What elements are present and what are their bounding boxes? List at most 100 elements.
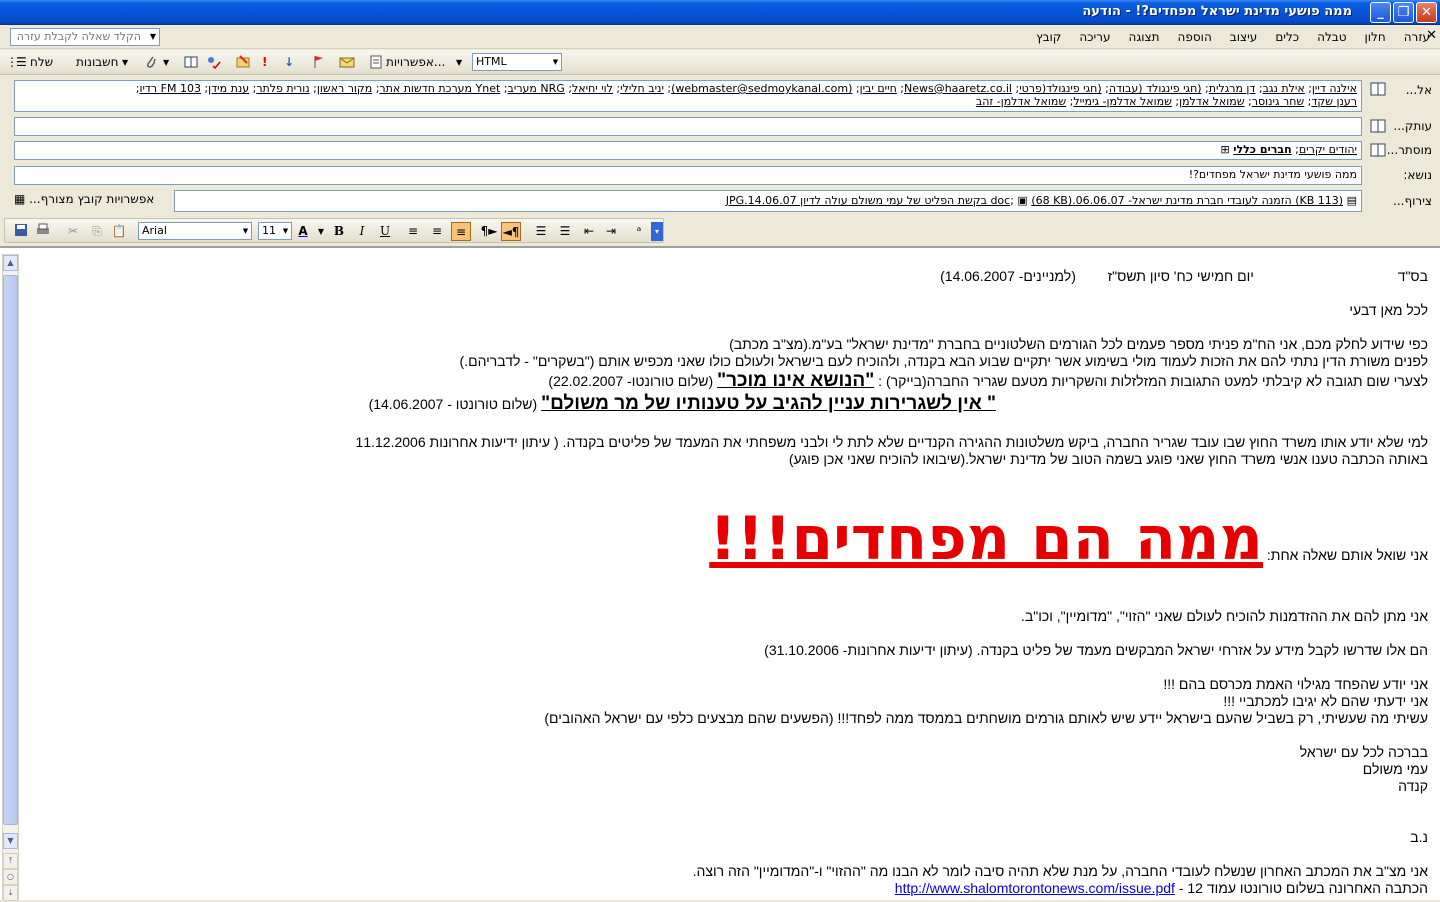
- chevron-down-icon[interactable]: ▼: [147, 29, 159, 45]
- options-chevron-icon[interactable]: ▼: [456, 53, 462, 72]
- menu-table[interactable]: טבלה: [1315, 29, 1348, 45]
- article-link[interactable]: http://www.shalomtorontonews.com/issue.p…: [895, 880, 1175, 896]
- recipient-group[interactable]: חברים כללי: [1233, 143, 1291, 156]
- accounts-chevron-icon[interactable]: ▼: [122, 53, 128, 72]
- send-icon[interactable]: ☰: [16, 53, 27, 72]
- expand-group-icon[interactable]: ⊞: [1221, 143, 1230, 156]
- font-size-select[interactable]: 11 ▼: [258, 222, 292, 240]
- menu-file[interactable]: קובץ: [1034, 29, 1063, 45]
- recipient[interactable]: שחר גינוסר: [1252, 95, 1304, 108]
- check-names-icon[interactable]: [205, 54, 221, 70]
- envelope-icon[interactable]: [339, 54, 355, 70]
- paperclip-icon[interactable]: [143, 54, 159, 70]
- spelling-icon[interactable]: ᵃ: [629, 222, 649, 241]
- recipient[interactable]: ענת מידן: [208, 82, 249, 95]
- print-icon[interactable]: [35, 222, 51, 238]
- high-importance-icon[interactable]: !: [262, 53, 267, 72]
- increase-indent-icon[interactable]: ⇥: [601, 222, 621, 241]
- align-center-icon[interactable]: ≡: [427, 222, 447, 241]
- recipient[interactable]: שמואל אדלמן: [1179, 95, 1244, 108]
- recipient[interactable]: שמואל אדלמן- זהב: [976, 95, 1066, 108]
- to-label[interactable]: אל...: [1406, 83, 1432, 97]
- bcc-label[interactable]: מוסתר...: [1387, 143, 1432, 157]
- recipient[interactable]: אילת נגב: [1263, 82, 1305, 95]
- vertical-scrollbar[interactable]: ▲ ▼ ⤒ ○ ⤓: [2, 254, 19, 901]
- menu-edit[interactable]: עריכה: [1077, 29, 1112, 45]
- low-importance-icon[interactable]: ↓: [284, 53, 294, 72]
- scroll-down-icon[interactable]: ▼: [3, 833, 18, 849]
- recipient[interactable]: יהודים יקרים: [1299, 143, 1357, 156]
- recipient[interactable]: רענן שקד: [1311, 95, 1357, 108]
- recipient[interactable]: לוי יחיאל: [572, 82, 613, 95]
- address-book-icon[interactable]: [183, 54, 199, 70]
- recipient[interactable]: (webmaster@sedmoykanal.com): [671, 82, 852, 95]
- scroll-thumb[interactable]: [3, 275, 18, 825]
- chevron-down-icon[interactable]: ▼: [280, 223, 291, 239]
- browse-object-icon[interactable]: ○: [3, 869, 18, 885]
- decrease-indent-icon[interactable]: ⇤: [579, 222, 599, 241]
- menu-insert[interactable]: הוספה: [1176, 29, 1214, 45]
- chevron-down-icon[interactable]: ▼: [550, 54, 561, 70]
- save-icon[interactable]: [13, 222, 29, 238]
- ltr-direction-icon[interactable]: ¶►: [479, 222, 499, 241]
- align-right-icon[interactable]: ≡: [451, 222, 471, 241]
- menu-view[interactable]: תצוגה: [1126, 29, 1161, 45]
- recipient[interactable]: NRG מעריב: [508, 82, 565, 95]
- bold-icon[interactable]: B: [329, 222, 349, 241]
- address-book-icon[interactable]: [1370, 143, 1386, 157]
- copy-icon[interactable]: ⎘: [87, 222, 107, 241]
- previous-page-icon[interactable]: ⤒: [3, 853, 18, 869]
- to-field[interactable]: אילנה דיין; אילת נגב; דן מרגלית; (חגי פי…: [14, 80, 1362, 112]
- recipient[interactable]: (חגי פינגולד (עבודה: [1109, 82, 1202, 95]
- cc-label[interactable]: עותק...: [1393, 119, 1432, 133]
- recipient[interactable]: שמואל אדלמן- גימייל: [1073, 95, 1172, 108]
- chevron-down-icon[interactable]: ▼: [240, 223, 251, 239]
- attach-chevron-icon[interactable]: ▼: [163, 53, 169, 72]
- italic-icon[interactable]: I: [352, 222, 372, 241]
- address-book-icon[interactable]: [1370, 119, 1386, 133]
- numbered-list-icon[interactable]: ☰: [531, 222, 551, 241]
- help-search-input[interactable]: הקלד שאלה לקבלת עזרה ▼: [10, 28, 160, 46]
- close-button[interactable]: ✕: [1416, 2, 1437, 23]
- subject-field[interactable]: ממה פושעי מדינת ישראל מפחדים?!: [14, 166, 1362, 185]
- restore-button[interactable]: ❐: [1393, 2, 1414, 23]
- recipient[interactable]: 103 FM רדיו: [139, 82, 201, 95]
- next-page-icon[interactable]: ⤓: [3, 885, 18, 901]
- recipient[interactable]: חיים יבין: [860, 82, 897, 95]
- bcc-field[interactable]: יהודים יקרים; חברים כללי ⊞: [14, 141, 1362, 160]
- message-body[interactable]: בס"ד יום חמישי כח' סיון תשס"ז (למניינים-…: [26, 248, 1428, 902]
- options-icon[interactable]: [235, 54, 251, 70]
- recipient[interactable]: דן מרגלית: [1209, 82, 1256, 95]
- accounts-button[interactable]: חשבונות: [76, 53, 119, 72]
- recipient[interactable]: יניב חלילי: [620, 82, 664, 95]
- attachment-options-button[interactable]: אפשרויות קובץ מצורף... ▦: [14, 192, 154, 206]
- recipient[interactable]: News@haaretz.co.il: [904, 82, 1012, 95]
- attach-label[interactable]: צירוף...: [1393, 194, 1432, 208]
- font-color-chevron-icon[interactable]: ▼: [311, 222, 331, 241]
- send-button[interactable]: שלח: [30, 53, 53, 72]
- attachments-field[interactable]: ▤ (113 KB) הזמנה לעובדי חברת מדינת ישראל…: [174, 190, 1362, 212]
- scroll-up-icon[interactable]: ▲: [3, 255, 18, 271]
- menu-help[interactable]: עזרה: [1402, 29, 1432, 45]
- recipient[interactable]: מקור ראשון: [317, 82, 372, 95]
- cut-icon[interactable]: ✂: [63, 222, 83, 241]
- menu-format[interactable]: עיצוב: [1228, 29, 1260, 45]
- bullet-list-icon[interactable]: ☰: [555, 222, 575, 241]
- align-left-icon[interactable]: ≡: [403, 222, 423, 241]
- address-book-icon[interactable]: [1370, 82, 1386, 96]
- toolbar-options-icon[interactable]: ▾: [651, 222, 663, 241]
- recipient[interactable]: נורית פלתר: [256, 82, 309, 95]
- recipient[interactable]: Ynet מערכת חדשות אתר: [379, 82, 500, 95]
- message-format-select[interactable]: HTML ▼: [472, 53, 562, 71]
- menu-tools[interactable]: כלים: [1273, 29, 1301, 45]
- paste-icon[interactable]: 📋: [109, 222, 129, 241]
- options-button[interactable]: אפשרויות...: [386, 53, 445, 72]
- cc-field[interactable]: [14, 117, 1362, 136]
- underline-icon[interactable]: U: [375, 222, 395, 241]
- flag-icon[interactable]: [311, 54, 327, 70]
- font-color-icon[interactable]: A: [293, 222, 313, 241]
- font-select[interactable]: Arial ▼: [138, 222, 252, 240]
- recipient[interactable]: (חגי פינגולד(פרטי: [1019, 82, 1101, 95]
- rtl-direction-icon[interactable]: ◄¶: [501, 222, 521, 241]
- menu-window[interactable]: חלון: [1363, 29, 1388, 45]
